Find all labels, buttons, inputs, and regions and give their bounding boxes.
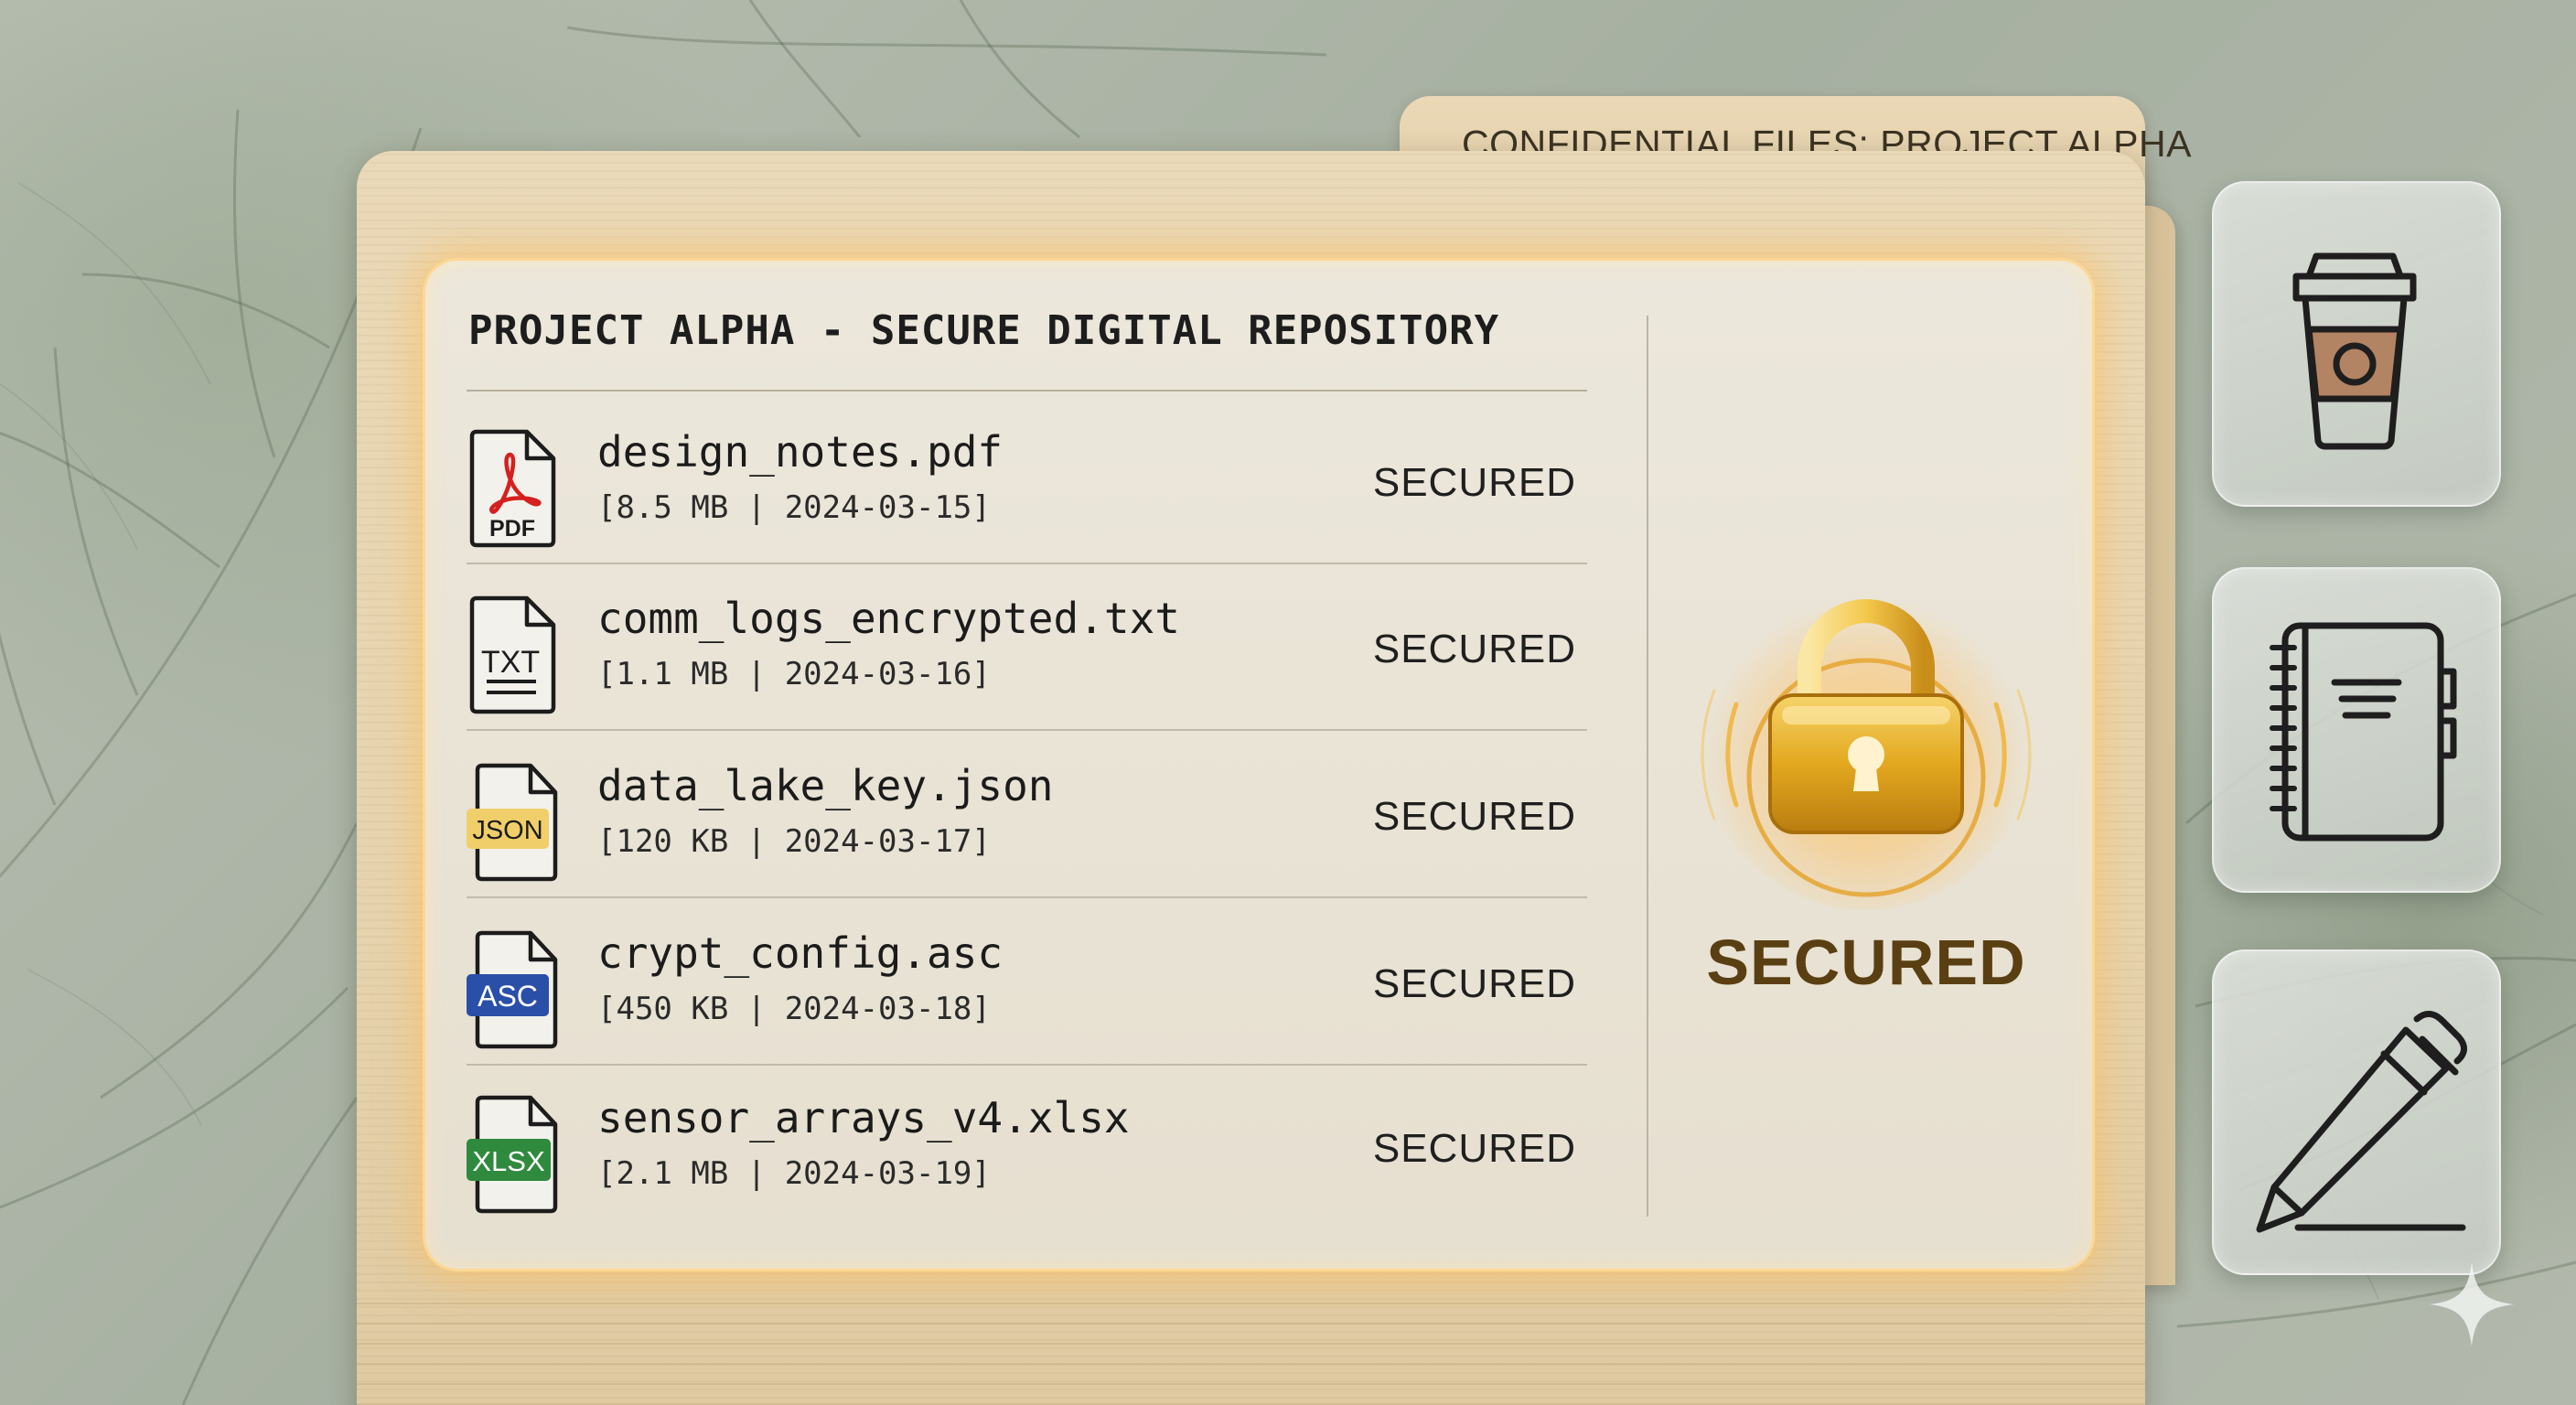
coffee-tool-button[interactable] (2212, 181, 2501, 507)
pen-tool-button[interactable] (2212, 949, 2501, 1275)
row-divider (467, 729, 1587, 731)
padlock-icon (1701, 581, 2032, 910)
file-meta: [450 KB | 2024-03-18] (597, 991, 991, 1027)
panel-title: PROJECT ALPHA - SECURE DIGITAL REPOSITOR… (468, 307, 1500, 354)
row-divider (467, 896, 1587, 898)
file-name: data_lake_key.json (597, 761, 1054, 810)
pdf-file-icon: PDF (469, 429, 556, 548)
title-divider (467, 390, 1587, 391)
file-row-comm-logs[interactable]: TXT comm_logs_encrypted.txt [1.1 MB | 20… (467, 564, 1587, 731)
xlsx-file-icon: XLSX (467, 1095, 558, 1214)
pen-icon (2256, 1011, 2467, 1233)
file-status: SECURED (1372, 794, 1576, 839)
sparkle-icon (2430, 1262, 2514, 1346)
file-meta: [1.1 MB | 2024-03-16] (597, 656, 991, 692)
file-name: crypt_config.asc (597, 928, 1004, 978)
file-meta: [2.1 MB | 2024-03-19] (597, 1155, 991, 1192)
file-name: comm_logs_encrypted.txt (597, 594, 1180, 643)
file-type-label: TXT (481, 645, 540, 680)
file-meta: [8.5 MB | 2024-03-15] (597, 489, 991, 526)
file-type-label: JSON (472, 816, 542, 845)
file-name: design_notes.pdf (597, 427, 1004, 477)
asc-file-icon: ASC (467, 930, 558, 1049)
file-row-crypt-config[interactable]: ASC crypt_config.asc [450 KB | 2024-03-1… (467, 899, 1587, 1066)
file-row-data-lake-key[interactable]: JSON data_lake_key.json [120 KB | 2024-0… (467, 732, 1587, 898)
folder-bottom-lines (357, 1285, 2145, 1405)
file-row-sensor-arrays[interactable]: XLSX sensor_arrays_v4.xlsx [2.1 MB | 202… (467, 1064, 1587, 1230)
file-status: SECURED (1372, 627, 1576, 671)
json-file-icon: JSON (467, 763, 558, 882)
file-status: SECURED (1372, 460, 1576, 505)
file-meta: [120 KB | 2024-03-17] (597, 823, 991, 860)
notebook-tool-button[interactable] (2212, 567, 2501, 893)
file-row-design-notes[interactable]: PDF design_notes.pdf [8.5 MB | 2024-03-1… (467, 398, 1587, 564)
file-type-label: XLSX (472, 1145, 545, 1177)
panel-vertical-divider (1647, 316, 1648, 1217)
file-status: SECURED (1372, 961, 1576, 1006)
file-type-label: ASC (478, 980, 538, 1013)
file-type-label: PDF (489, 516, 535, 542)
file-status: SECURED (1372, 1126, 1576, 1171)
file-name: sensor_arrays_v4.xlsx (597, 1093, 1130, 1142)
secured-status-label: SECURED (1706, 927, 2026, 998)
notebook-icon (2270, 622, 2457, 842)
coffee-cup-icon (2292, 252, 2417, 450)
txt-file-icon: TXT (469, 595, 556, 714)
